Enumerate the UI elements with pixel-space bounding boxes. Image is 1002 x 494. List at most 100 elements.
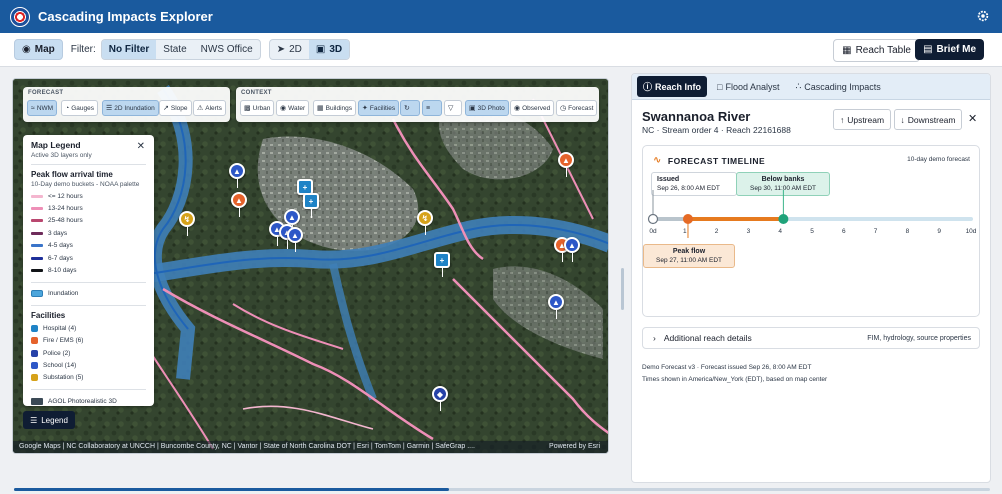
peak-swatch bbox=[31, 207, 43, 211]
facility-swatch-icon bbox=[31, 349, 38, 357]
map-view-button[interactable]: ◉ Map bbox=[14, 39, 63, 60]
tab-reach-info[interactable]: ⓘ Reach Info bbox=[637, 76, 708, 97]
plus-icon: + bbox=[302, 182, 308, 192]
reach-table-button[interactable]: ▦ Reach Table bbox=[833, 39, 920, 62]
horizontal-scrollbar[interactable] bbox=[14, 488, 990, 491]
droplet-icon: ◉ bbox=[280, 105, 287, 112]
document-icon: ▤ bbox=[923, 44, 933, 55]
forecast-timeline-title: ∿ FORECAST TIMELINE bbox=[653, 155, 766, 166]
divider bbox=[31, 389, 146, 391]
tab-cascading-impacts[interactable]: ∴ Cascading Impacts bbox=[790, 77, 887, 96]
chip-gauges[interactable]: ◔ Gauges bbox=[61, 100, 99, 116]
timeline-tick-label: 7 bbox=[874, 228, 878, 235]
legend-peak-row: <= 12 hours bbox=[31, 190, 146, 202]
hospital-marker[interactable]: + bbox=[434, 252, 450, 277]
chip-route[interactable]: ↻ bbox=[400, 100, 420, 116]
arrow-up-icon: ↑ bbox=[839, 114, 845, 125]
upstream-button[interactable]: ↑ Upstream bbox=[833, 109, 891, 130]
chip-2d-inundation[interactable]: ☰ 2D Inundation bbox=[102, 100, 159, 116]
chip-alerts[interactable]: ⚠ Alerts bbox=[193, 100, 226, 116]
facility-swatch-icon bbox=[31, 337, 38, 345]
chip-forecast[interactable]: ◷ Forecast bbox=[556, 100, 598, 116]
school-icon: ▲ bbox=[288, 212, 296, 222]
legend-facility-row: Substation (5) bbox=[31, 372, 146, 384]
downstream-button[interactable]: ↓ Downstream bbox=[894, 109, 962, 130]
school-marker[interactable]: ▲ bbox=[284, 209, 300, 234]
close-icon[interactable]: ✕ bbox=[968, 112, 977, 125]
forecast-note: 10-day demo forecast bbox=[907, 156, 970, 163]
timeline-tick-label: 6 bbox=[842, 228, 846, 235]
alert-icon: ⚠ bbox=[197, 105, 204, 112]
scrollbar-thumb[interactable] bbox=[14, 488, 449, 491]
map-view[interactable]: FORECAST ≈ NWM ◔ Gauges ☰ 2D Inundation ↗ Sl… bbox=[12, 78, 609, 454]
chip-buildings[interactable]: ▦ Buildings bbox=[313, 100, 357, 116]
chip-observed[interactable]: ◉ Observed bbox=[510, 100, 555, 116]
legend-peak-row: 4-5 days bbox=[31, 240, 146, 252]
gauge-icon: ◔ bbox=[65, 104, 70, 112]
facility-label: Substation (5) bbox=[43, 374, 84, 382]
chip-sliders[interactable]: ≡ bbox=[422, 100, 442, 116]
context-layer-panel: CONTEXT ▩ Urban ◉ Water ▦ Buildings ✦ Facili… bbox=[236, 87, 599, 122]
legend-toggle-button[interactable]: ☰ Legend bbox=[23, 411, 75, 429]
map-attribution: Google Maps | NC Collaboratory at UNCCH … bbox=[13, 441, 608, 453]
filter-segment: No Filter State NWS Office bbox=[100, 39, 261, 60]
toolbar: ◉ Map Filter: No Filter State NWS Office… bbox=[0, 33, 1002, 67]
legend-facility-row: Police (2) bbox=[31, 347, 146, 359]
fire-ems-marker[interactable]: ▲ bbox=[231, 192, 247, 217]
flame-icon: ▲ bbox=[562, 155, 570, 165]
side-tabs: ⓘ Reach Info □ Flood Analyst ∴ Cascading Im… bbox=[632, 74, 990, 100]
forecast-layer-panel: FORECAST ≈ NWM ◔ Gauges ☰ 2D Inundation ↗ Sl… bbox=[23, 87, 230, 122]
school-marker[interactable]: ▲ bbox=[564, 237, 580, 262]
peak-label: 13-24 hours bbox=[48, 205, 83, 213]
chip-facilities[interactable]: ✦ Facilities bbox=[358, 100, 400, 116]
inundation-swatch bbox=[31, 290, 43, 298]
chip-urban[interactable]: ▩ Urban bbox=[240, 100, 275, 116]
facilities-list: Hospital (4) Fire / EMS (6) Police (2) Scho… bbox=[31, 322, 146, 384]
view-2d-button[interactable]: ➤ 2D bbox=[270, 40, 309, 59]
tab-flood-analyst[interactable]: □ Flood Analyst bbox=[711, 78, 785, 96]
hospital-marker[interactable]: + bbox=[303, 193, 319, 218]
chip-3d-photo[interactable]: ▣ 3D Photo bbox=[465, 100, 509, 116]
peak-label: 8-10 days bbox=[48, 267, 77, 275]
chip-water[interactable]: ◉ Water bbox=[276, 100, 310, 116]
fire-ems-marker[interactable]: ▲ bbox=[558, 152, 574, 177]
brief-me-button[interactable]: ▤ Brief Me bbox=[915, 39, 984, 60]
panel-resize-handle[interactable] bbox=[621, 268, 624, 310]
chip-slope[interactable]: ↗ Slope bbox=[159, 100, 192, 116]
school-marker[interactable]: ▲ bbox=[548, 294, 564, 319]
forecast-panel-label: FORECAST bbox=[28, 90, 64, 96]
legend-facility-row: Hospital (4) bbox=[31, 322, 146, 334]
legend-subtitle: Active 3D layers only bbox=[31, 152, 92, 159]
timeline-tick-label: 1 bbox=[683, 228, 687, 235]
filter-label: Filter: bbox=[70, 44, 96, 55]
filter-no-filter[interactable]: No Filter bbox=[101, 40, 157, 59]
layers-icon: ☰ bbox=[30, 415, 38, 425]
timeline-tick-label: 0d bbox=[649, 228, 657, 235]
school-marker[interactable]: ▲ bbox=[229, 163, 245, 188]
chip-nwm[interactable]: ≈ NWM bbox=[27, 100, 58, 116]
reach-details-toggle[interactable]: › Additional reach details FIM, hydrolog… bbox=[642, 327, 980, 349]
peak-swatch bbox=[31, 231, 43, 235]
photo-3d-swatch bbox=[31, 397, 43, 405]
school-marker[interactable]: ▲ bbox=[287, 227, 303, 252]
legend-agol-row: AGOL Photorealistic 3D bbox=[31, 395, 146, 407]
powered-by: Powered by Esri bbox=[549, 443, 600, 450]
filter-nws-office[interactable]: NWS Office bbox=[194, 40, 260, 59]
app-title: Cascading Impacts Explorer bbox=[38, 9, 213, 24]
chip-filter[interactable]: ▽ bbox=[444, 100, 462, 116]
sliders-icon: ≡ bbox=[426, 104, 431, 112]
close-icon[interactable]: ✕ bbox=[137, 141, 145, 152]
peak-label: 6-7 days bbox=[48, 254, 73, 262]
facility-label: Police (2) bbox=[43, 349, 71, 357]
police-marker[interactable]: ◆ bbox=[432, 386, 448, 411]
gear-icon[interactable] bbox=[976, 9, 990, 23]
peak-flow-title: Peak flow arrival time bbox=[31, 170, 113, 179]
substation-marker[interactable]: ↯ bbox=[179, 211, 195, 236]
view-3d-button[interactable]: ▣ 3D bbox=[308, 40, 350, 59]
timeline-tick-label: 2 bbox=[715, 228, 719, 235]
substation-marker[interactable]: ↯ bbox=[417, 210, 433, 235]
facility-icon: ✦ bbox=[362, 105, 368, 112]
table-icon: ▦ bbox=[842, 45, 852, 56]
peak-label: 25-48 hours bbox=[48, 217, 83, 225]
filter-state[interactable]: State bbox=[156, 40, 193, 59]
